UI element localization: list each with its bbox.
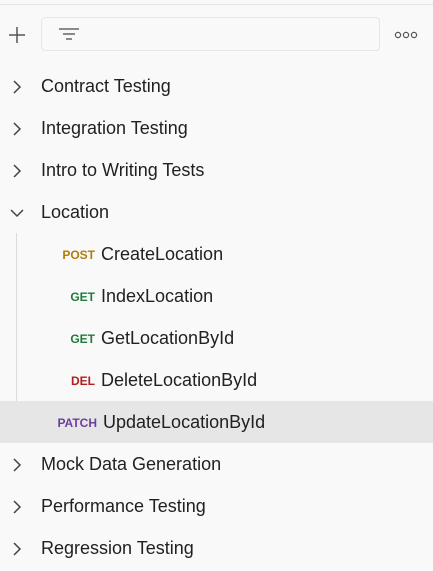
request-row-create-location[interactable]: POST CreateLocation <box>0 233 433 275</box>
folder-label: Intro to Writing Tests <box>41 160 205 180</box>
method-badge-del: DEL <box>71 374 95 388</box>
method-badge-post: POST <box>62 248 95 262</box>
request-row-index-location[interactable]: GET IndexLocation <box>0 275 433 317</box>
filter-field[interactable] <box>41 17 380 52</box>
more-actions-button[interactable] <box>392 25 420 45</box>
chevron-right-icon[interactable] <box>9 499 25 515</box>
folder-label: Integration Testing <box>41 118 188 138</box>
folder-row-location[interactable]: Location <box>0 191 433 233</box>
request-label: GetLocationById <box>101 328 235 348</box>
folder-label: Mock Data Generation <box>41 454 222 474</box>
request-label: IndexLocation <box>101 286 214 306</box>
folder-row-mock-data-generation[interactable]: Mock Data Generation <box>0 443 433 485</box>
request-label: CreateLocation <box>101 244 224 264</box>
plus-icon <box>9 27 25 43</box>
top-divider <box>0 0 433 5</box>
method-badge-get: GET <box>70 332 95 346</box>
ellipsis-icon <box>394 31 418 39</box>
request-row-update-location-by-id[interactable]: PATCH UpdateLocationById <box>0 401 433 443</box>
folder-label: Location <box>41 202 110 222</box>
sidebar-toolbar <box>0 16 433 54</box>
chevron-right-icon[interactable] <box>9 457 25 473</box>
method-badge-patch: PATCH <box>57 416 97 430</box>
filter-lines-icon <box>59 28 79 40</box>
request-label: UpdateLocationById <box>103 412 266 432</box>
folder-row-regression-testing[interactable]: Regression Testing <box>0 527 433 569</box>
chevron-right-icon[interactable] <box>9 79 25 95</box>
method-badge-get: GET <box>70 290 95 304</box>
request-label: DeleteLocationById <box>101 370 258 390</box>
chevron-right-icon[interactable] <box>9 541 25 557</box>
folder-label: Contract Testing <box>41 76 171 96</box>
folder-label: Performance Testing <box>41 496 206 516</box>
chevron-right-icon[interactable] <box>9 163 25 179</box>
request-row-delete-location-by-id[interactable]: DEL DeleteLocationById <box>0 359 433 401</box>
folder-label: Regression Testing <box>41 538 194 558</box>
tree-indent-guide <box>16 233 17 401</box>
folder-row-performance-testing[interactable]: Performance Testing <box>0 485 433 527</box>
collection-tree: Contract Testing Integration Testing Int… <box>0 65 433 569</box>
request-row-get-location-by-id[interactable]: GET GetLocationById <box>0 317 433 359</box>
chevron-right-icon[interactable] <box>9 121 25 137</box>
filter-input[interactable] <box>88 18 377 52</box>
folder-row-integration-testing[interactable]: Integration Testing <box>0 107 433 149</box>
folder-row-contract-testing[interactable]: Contract Testing <box>0 65 433 107</box>
folder-row-intro-to-writing-tests[interactable]: Intro to Writing Tests <box>0 149 433 191</box>
add-collection-button[interactable] <box>4 22 30 48</box>
chevron-down-icon[interactable] <box>9 205 25 221</box>
